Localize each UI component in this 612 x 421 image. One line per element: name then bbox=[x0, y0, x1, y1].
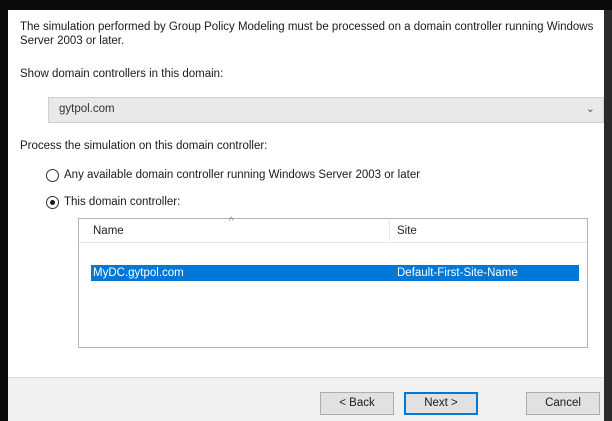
intro-text: The simulation performed by Group Policy… bbox=[20, 21, 594, 47]
table-row[interactable]: MyDC.gytpol.com Default-First-Site-Name bbox=[91, 265, 579, 281]
gpo-modeling-wizard-dialog: The simulation performed by Group Policy… bbox=[8, 10, 612, 421]
column-divider[interactable] bbox=[389, 221, 390, 241]
radio-this-dc-label[interactable]: This domain controller: bbox=[64, 196, 180, 208]
column-header-site[interactable]: Site bbox=[397, 225, 417, 237]
radio-this-dc-circle[interactable] bbox=[46, 195, 59, 209]
domain-combobox-value: gytpol.com bbox=[59, 103, 115, 115]
next-button[interactable]: Next > bbox=[404, 392, 478, 415]
radio-any-dc[interactable]: Any available domain controller running … bbox=[46, 166, 420, 184]
radio-this-dc[interactable]: This domain controller: bbox=[46, 193, 180, 211]
radio-any-dc-circle[interactable] bbox=[46, 168, 59, 182]
row-name-cell: MyDC.gytpol.com bbox=[93, 267, 184, 279]
dialog-footer bbox=[8, 377, 612, 421]
radio-any-dc-label[interactable]: Any available domain controller running … bbox=[64, 169, 420, 181]
dc-listview[interactable]: ^ Name Site MyDC.gytpol.com Default-Firs… bbox=[78, 216, 588, 348]
domain-combobox[interactable]: gytpol.com ⌄ bbox=[48, 97, 604, 123]
process-label: Process the simulation on this domain co… bbox=[20, 140, 268, 152]
cancel-button[interactable]: Cancel bbox=[526, 392, 600, 415]
window-edge bbox=[604, 10, 612, 421]
row-site-cell: Default-First-Site-Name bbox=[397, 267, 518, 279]
domain-label: Show domain controllers in this domain: bbox=[20, 68, 224, 80]
listview-header: ^ Name Site bbox=[79, 216, 587, 243]
column-header-name[interactable]: Name bbox=[93, 225, 124, 237]
chevron-down-icon[interactable]: ⌄ bbox=[586, 102, 595, 115]
back-button[interactable]: < Back bbox=[320, 392, 394, 415]
sort-arrow-icon: ^ bbox=[229, 216, 234, 227]
